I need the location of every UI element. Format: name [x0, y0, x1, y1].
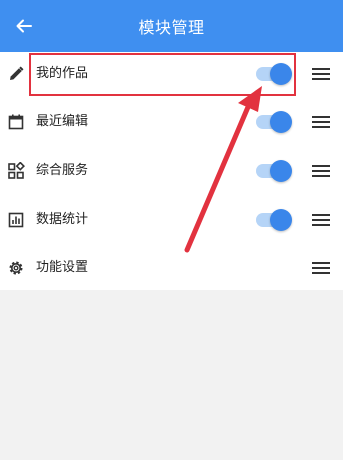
annotation-arrow-icon — [184, 86, 262, 253]
